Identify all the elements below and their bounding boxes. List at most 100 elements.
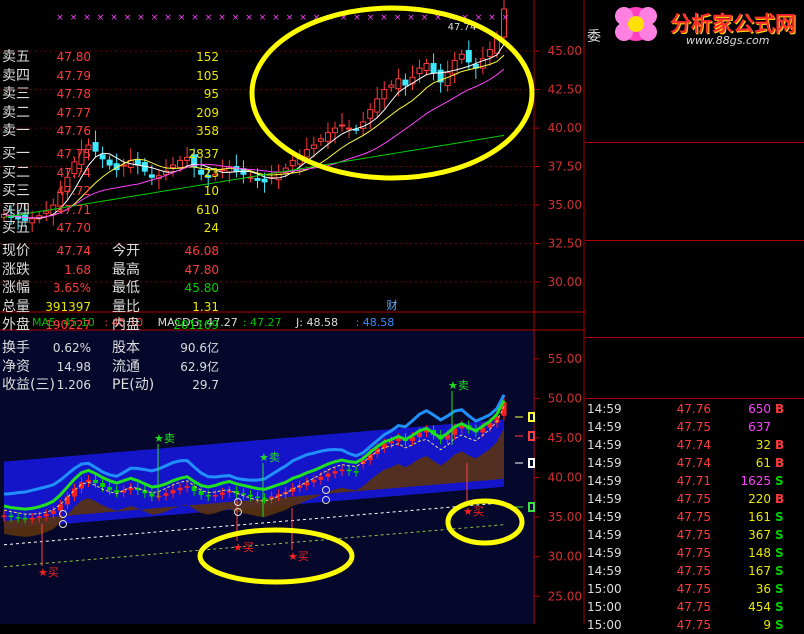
- indicator-value: : 47.27: [242, 316, 282, 329]
- candle-body: [254, 178, 261, 181]
- tick-direction: B: [775, 402, 785, 416]
- fundamental-row: 换手 0.62% 股本 90.6亿: [0, 339, 219, 357]
- tick-time: 14:59: [587, 492, 622, 506]
- ask-price: 47.79: [56, 68, 91, 83]
- top-marker: ×: [191, 13, 199, 23]
- candle-body: [261, 178, 268, 183]
- tick-row: 14:59 47.75 637: [585, 418, 804, 436]
- top-marker: ×: [367, 13, 375, 23]
- tick-direction: S: [775, 600, 784, 614]
- top-marker: ×: [97, 13, 105, 23]
- indicator-candle-body: [205, 494, 211, 497]
- candle-body: [458, 53, 465, 60]
- ask-row: 卖三 47.78 95: [0, 85, 219, 103]
- indicator-candle-body: [64, 496, 70, 505]
- tick-price: 47.74: [676, 438, 711, 452]
- stat-label: 量比: [112, 298, 140, 315]
- price-tick-label-bottom: 35.00: [548, 510, 582, 524]
- candle-body: [423, 62, 430, 72]
- bid-volume: 23: [203, 165, 219, 180]
- tick-direction: S: [775, 546, 784, 560]
- tick-time: 14:59: [587, 528, 622, 542]
- top-marker: ×: [421, 13, 429, 23]
- price-tick-label-top: 35.00: [548, 198, 582, 212]
- tick-price: 47.75: [676, 582, 711, 596]
- stat-value: 45.80: [184, 281, 219, 296]
- bid-volume: 24: [203, 221, 219, 236]
- stat-value: 47.80: [184, 262, 219, 277]
- bid-label: 买一: [2, 146, 30, 162]
- candle-body: [388, 84, 395, 88]
- indicator-candle-body: [100, 483, 106, 487]
- tick-direction: S: [775, 510, 784, 524]
- tick-time: 15:00: [587, 600, 622, 614]
- bid-price: 47.70: [56, 221, 91, 236]
- indicator-candle-body: [318, 476, 324, 480]
- indicator-candle-body: [170, 490, 176, 494]
- tick-direction: B: [775, 492, 785, 506]
- indicator-candle-body: [156, 495, 162, 498]
- tick-volume: 1625: [740, 474, 771, 488]
- tick-volume: 61: [755, 456, 771, 470]
- tick-row: 14:59 47.75 167 S: [585, 562, 804, 580]
- ask-price: 47.78: [56, 87, 91, 102]
- indicator-candle-body: [346, 469, 352, 472]
- indicator-candle-body: [15, 517, 21, 519]
- indicator-candle-body: [1, 515, 7, 518]
- fundamental-value: 14.98: [56, 359, 91, 374]
- top-marker: ×: [205, 13, 213, 23]
- stat-label: 涨跌: [2, 261, 30, 278]
- tick-row: 14:59 47.75 367 S: [585, 526, 804, 544]
- price-tick-label-top: 42.50: [548, 83, 582, 97]
- tick-time: 14:59: [587, 546, 622, 560]
- candle-body: [324, 132, 331, 142]
- ask-label: 卖三: [2, 86, 30, 103]
- tick-direction: S: [775, 582, 784, 596]
- bid-row: 买二 47.74 23: [0, 164, 219, 182]
- tick-row: 14:59 47.75 220 B: [585, 490, 804, 508]
- tick-time: 14:59: [587, 420, 622, 434]
- tick-row: 14:59 47.75 148 S: [585, 544, 804, 562]
- tick-price: 47.75: [676, 600, 711, 614]
- indicator-value: : 48.58: [355, 316, 395, 329]
- indicator-candle-body: [311, 479, 317, 483]
- fundamental-label: 收益(三): [2, 377, 55, 394]
- top-marker: ×: [151, 13, 159, 23]
- candle-body: [339, 124, 346, 127]
- top-marker: ×: [137, 13, 145, 23]
- indicator-candle-body: [43, 513, 49, 517]
- price-tick-label-top: 45.00: [548, 44, 582, 58]
- indicator-candle-body: [114, 490, 120, 493]
- ask-label: 卖二: [2, 104, 30, 121]
- fundamental-label: 净资: [2, 358, 30, 375]
- ask-price: 47.76: [56, 124, 91, 139]
- price-tick-label-bottom: 25.00: [548, 589, 582, 603]
- fundamentals-ticks-divider: [585, 398, 804, 399]
- tick-volume: 367: [748, 528, 771, 542]
- top-marker: ×: [259, 13, 267, 23]
- top-marker: ×: [124, 13, 132, 23]
- fundamental-label: 换手: [2, 340, 30, 356]
- stat-value: 46.08: [184, 244, 219, 258]
- price-tick-label-top: 30.00: [548, 275, 582, 289]
- ask-volume: 95: [203, 87, 219, 102]
- price-tick-label-bottom: 40.00: [548, 471, 582, 485]
- stat-label: 涨幅: [2, 280, 30, 297]
- candle-body: [486, 49, 493, 57]
- stat-row: 总量 391397 量比 1.31: [0, 298, 219, 316]
- ask-row: 卖二 47.77 209: [0, 104, 219, 122]
- indicator-candle-body: [247, 494, 253, 497]
- fundamental-value: 29.7: [192, 378, 219, 393]
- ask-label: 卖一: [2, 123, 30, 140]
- indicator-candle-body: [163, 493, 169, 496]
- tick-time: 14:59: [587, 456, 622, 470]
- candle-body: [444, 72, 451, 87]
- ask-volume: 105: [196, 68, 219, 83]
- bid-label: 买五: [2, 220, 30, 237]
- bid-price: 47.74: [56, 165, 91, 180]
- indicator-candle-body: [184, 486, 190, 488]
- stat-label: 现价: [2, 243, 30, 259]
- ask-row: 卖一 47.76 358: [0, 122, 219, 140]
- tick-direction: S: [775, 474, 784, 488]
- stat-label: 总量: [2, 298, 30, 315]
